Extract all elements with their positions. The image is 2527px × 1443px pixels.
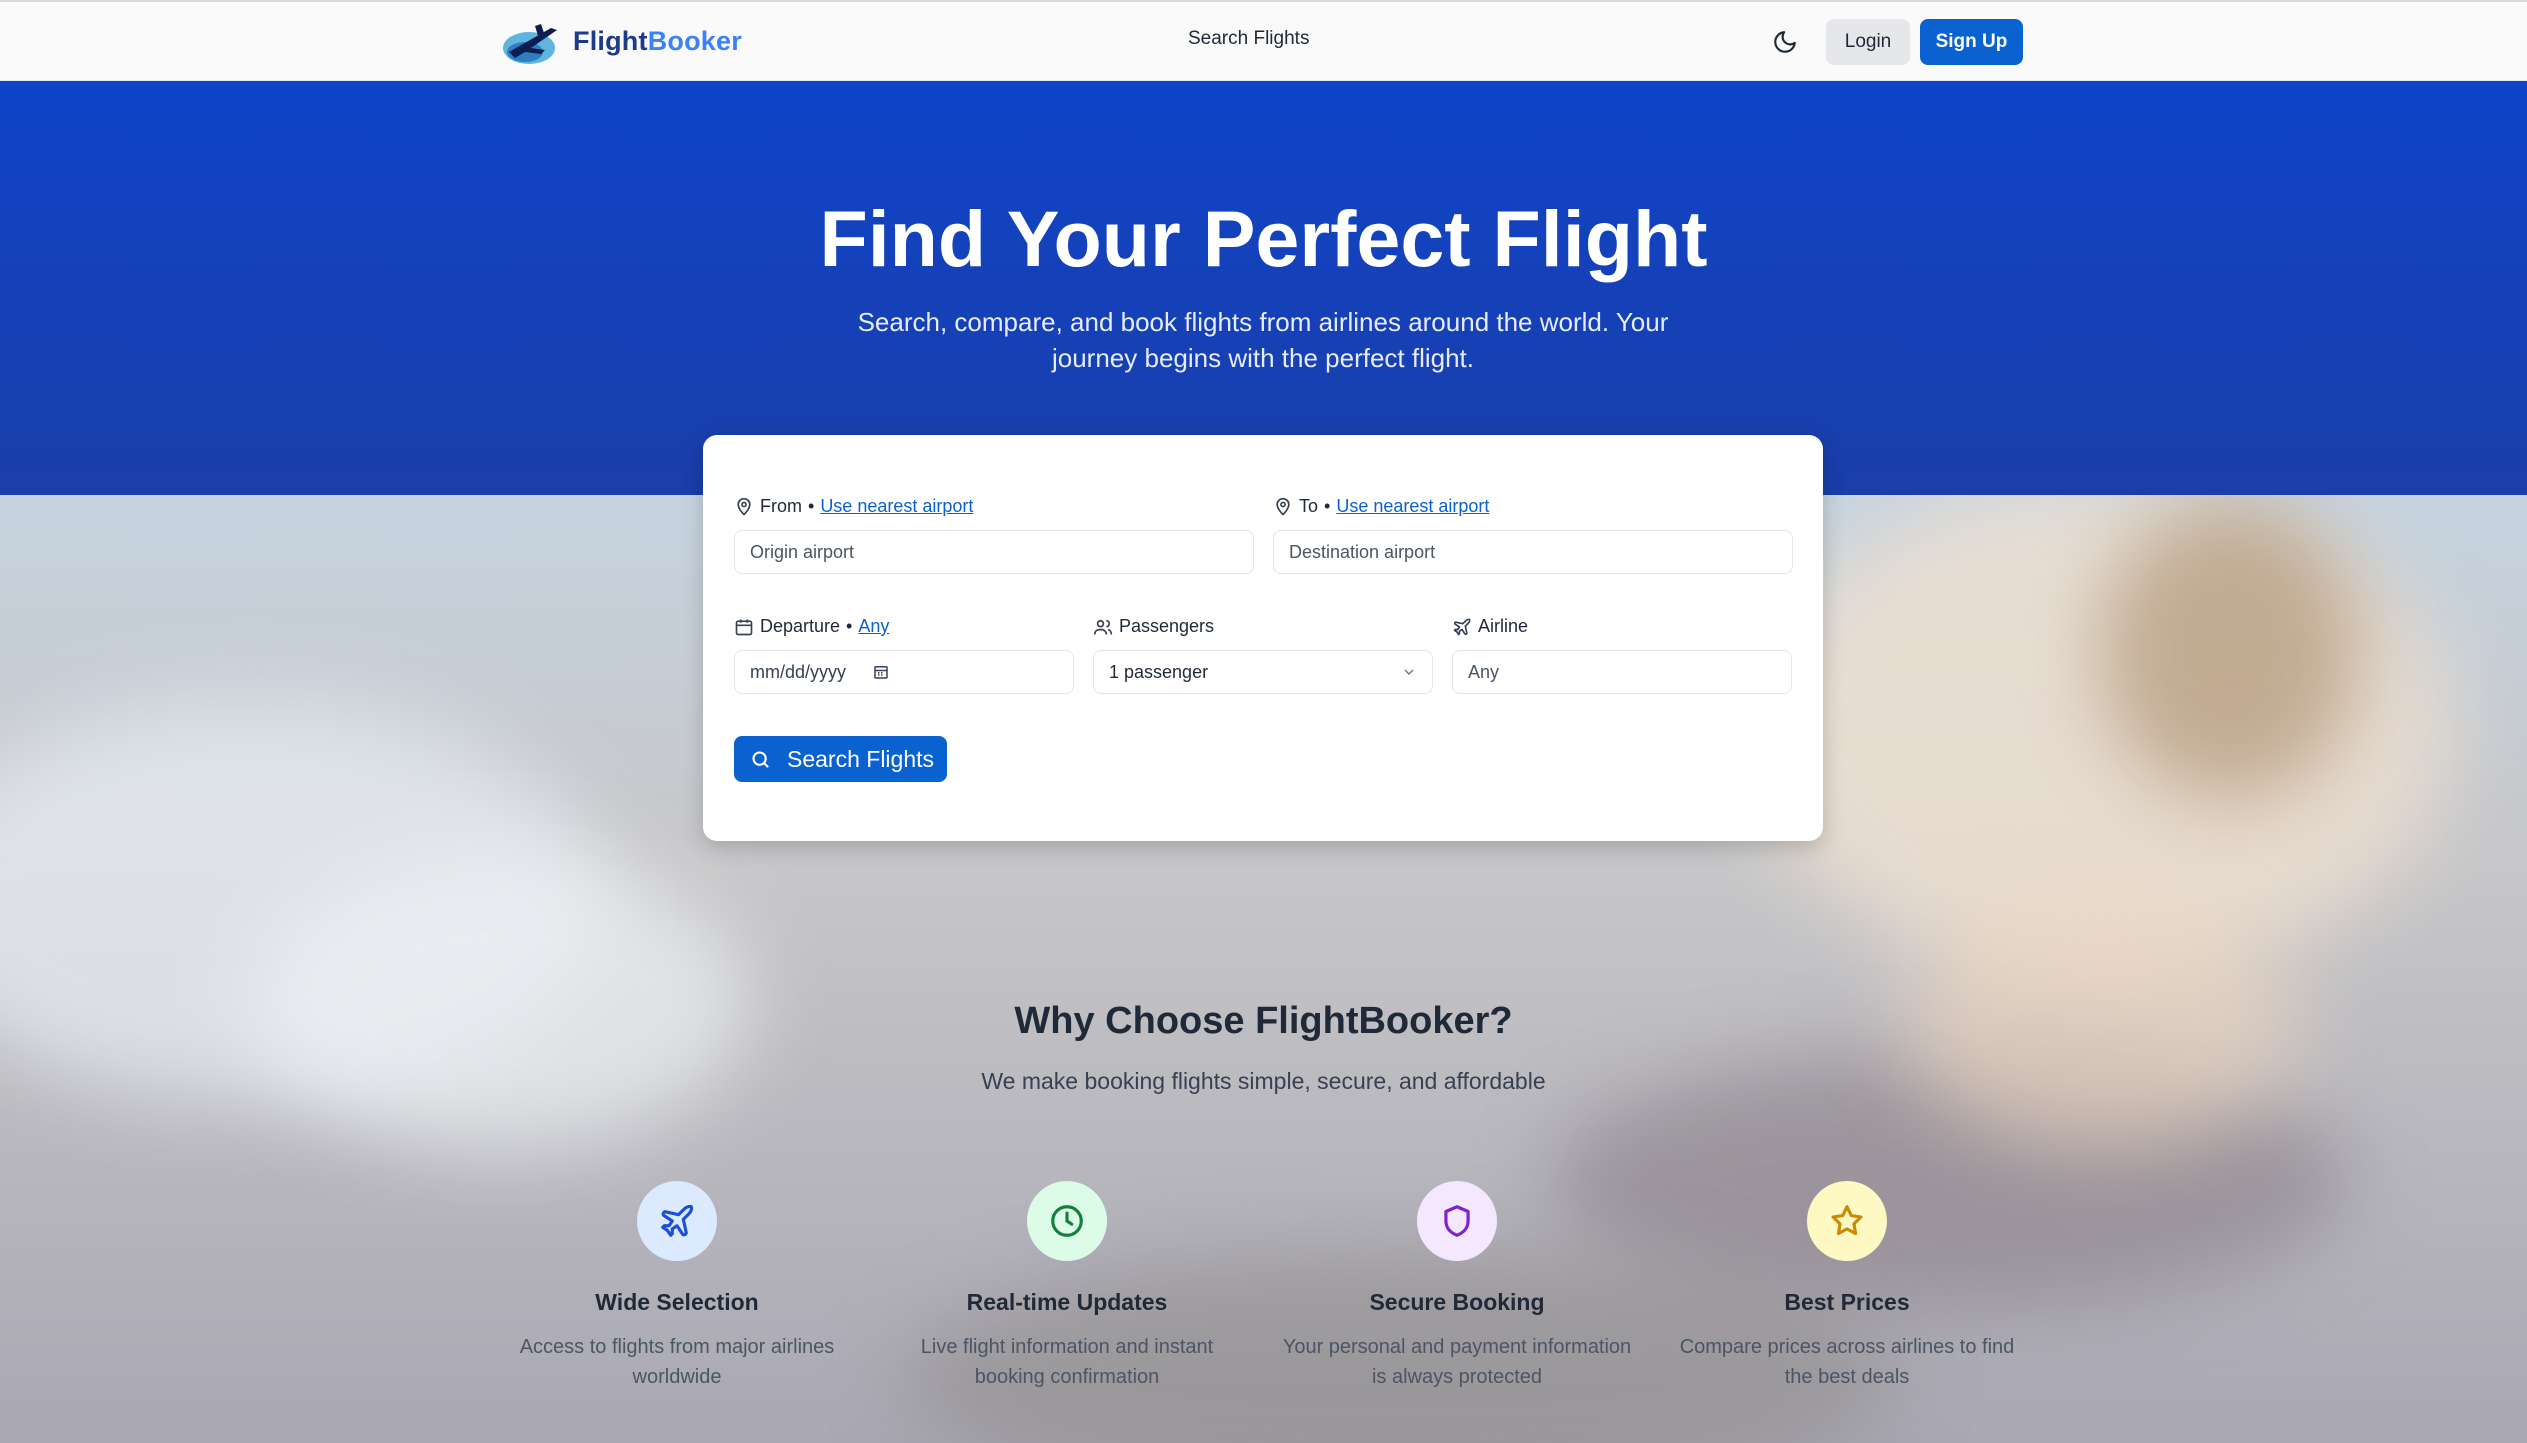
- feature-title: Wide Selection: [595, 1289, 759, 1315]
- destination-airport-field[interactable]: [1273, 530, 1793, 574]
- nav-search-flights-link[interactable]: Search Flights: [1188, 28, 1309, 50]
- chevron-down-icon: [1404, 669, 1414, 675]
- departure-date-input[interactable]: mm/dd/yyyy: [750, 662, 846, 683]
- feature-title: Secure Booking: [1369, 1289, 1545, 1315]
- from-label-row: From • Use nearest airport: [734, 496, 973, 517]
- feature-icon-circle: [1027, 1181, 1107, 1261]
- users-icon: [1093, 619, 1113, 635]
- calendar-icon: [735, 619, 753, 635]
- separator: •: [1324, 496, 1331, 516]
- airplane-logo-icon: [503, 24, 557, 64]
- brand-logo[interactable]: FlightBooker: [501, 12, 742, 70]
- origin-airport-field[interactable]: [734, 530, 1254, 574]
- departure-any-link[interactable]: Any: [858, 616, 889, 637]
- from-nearest-airport-link[interactable]: Use nearest airport: [820, 496, 973, 517]
- separator: •: [846, 616, 853, 636]
- passengers-label-row: Passengers: [1093, 616, 1214, 637]
- departure-label-row: Departure • Any: [734, 616, 889, 637]
- star-icon: [1831, 1205, 1863, 1236]
- hero-title: Find Your Perfect Flight: [819, 194, 1708, 283]
- feature-icon-circle: [1807, 1181, 1887, 1261]
- passengers-select[interactable]: 1 passenger: [1093, 650, 1433, 694]
- feature-description: Live flight information and instant book…: [920, 1336, 1214, 1388]
- passengers-value: 1 passenger: [1109, 661, 1209, 682]
- feature-card: Real-time Updates Live flight informatio…: [887, 1181, 1247, 1392]
- plane-icon: [1453, 618, 1471, 635]
- feature-card: Best Prices Compare prices across airlin…: [1667, 1181, 2027, 1392]
- feature-description: Compare prices across airlines to find t…: [1679, 1336, 2015, 1388]
- clock-icon: [1051, 1205, 1083, 1237]
- departure-date-field[interactable]: mm/dd/yyyy: [734, 650, 1074, 694]
- why-title: Why Choose FlightBooker?: [1014, 1000, 1513, 1042]
- to-nearest-airport-link[interactable]: Use nearest airport: [1336, 496, 1489, 517]
- map-pin-icon: [1276, 497, 1290, 516]
- separator: •: [808, 496, 815, 516]
- airline-field[interactable]: [1452, 650, 1792, 694]
- flight-search-card: From • Use nearest airport To • Use near…: [703, 435, 1823, 841]
- hero-subtitle: Search, compare, and book flights from a…: [857, 307, 1669, 373]
- navbar: FlightBooker Search Flights Login Sign U…: [0, 0, 2527, 81]
- feature-card: Wide Selection Access to flights from ma…: [497, 1181, 857, 1392]
- plane-icon: [661, 1204, 694, 1237]
- feature-card: Secure Booking Your personal and payment…: [1277, 1181, 1637, 1392]
- moon-icon[interactable]: [1772, 29, 1798, 55]
- origin-airport-input[interactable]: [750, 541, 1238, 563]
- airline-label: Airline: [1478, 616, 1529, 636]
- signup-button[interactable]: Sign Up: [1920, 19, 2023, 65]
- search-flights-button[interactable]: Search Flights: [734, 736, 947, 782]
- feature-title: Real-time Updates: [966, 1289, 1168, 1315]
- passengers-label: Passengers: [1119, 616, 1215, 636]
- feature-icon-circle: [1417, 1181, 1497, 1261]
- map-pin-icon: [737, 497, 751, 516]
- departure-label: Departure: [760, 616, 841, 636]
- shield-icon: [1444, 1205, 1470, 1237]
- from-label: From: [760, 496, 802, 516]
- destination-airport-input[interactable]: [1289, 541, 1777, 563]
- feature-icon-circle: [637, 1181, 717, 1261]
- to-label: To: [1299, 496, 1319, 516]
- feature-description: Access to flights from major airlines wo…: [519, 1336, 835, 1388]
- login-button[interactable]: Login: [1826, 19, 1910, 65]
- feature-title: Best Prices: [1784, 1289, 1910, 1315]
- calendar-picker-icon[interactable]: [872, 663, 890, 681]
- to-label-row: To • Use nearest airport: [1273, 496, 1489, 517]
- search-flights-label: Search Flights: [787, 745, 935, 772]
- airline-label-row: Airline: [1452, 616, 1528, 637]
- why-subtitle: We make booking flights simple, secure, …: [981, 1068, 1546, 1094]
- airline-input[interactable]: [1468, 661, 1776, 683]
- hero-section: Find Your Perfect Flight Search, compare…: [0, 81, 2527, 495]
- search-icon: [752, 750, 769, 768]
- feature-description: Your personal and payment information is…: [1282, 1336, 1632, 1388]
- brand-name: FlightBooker: [573, 25, 742, 56]
